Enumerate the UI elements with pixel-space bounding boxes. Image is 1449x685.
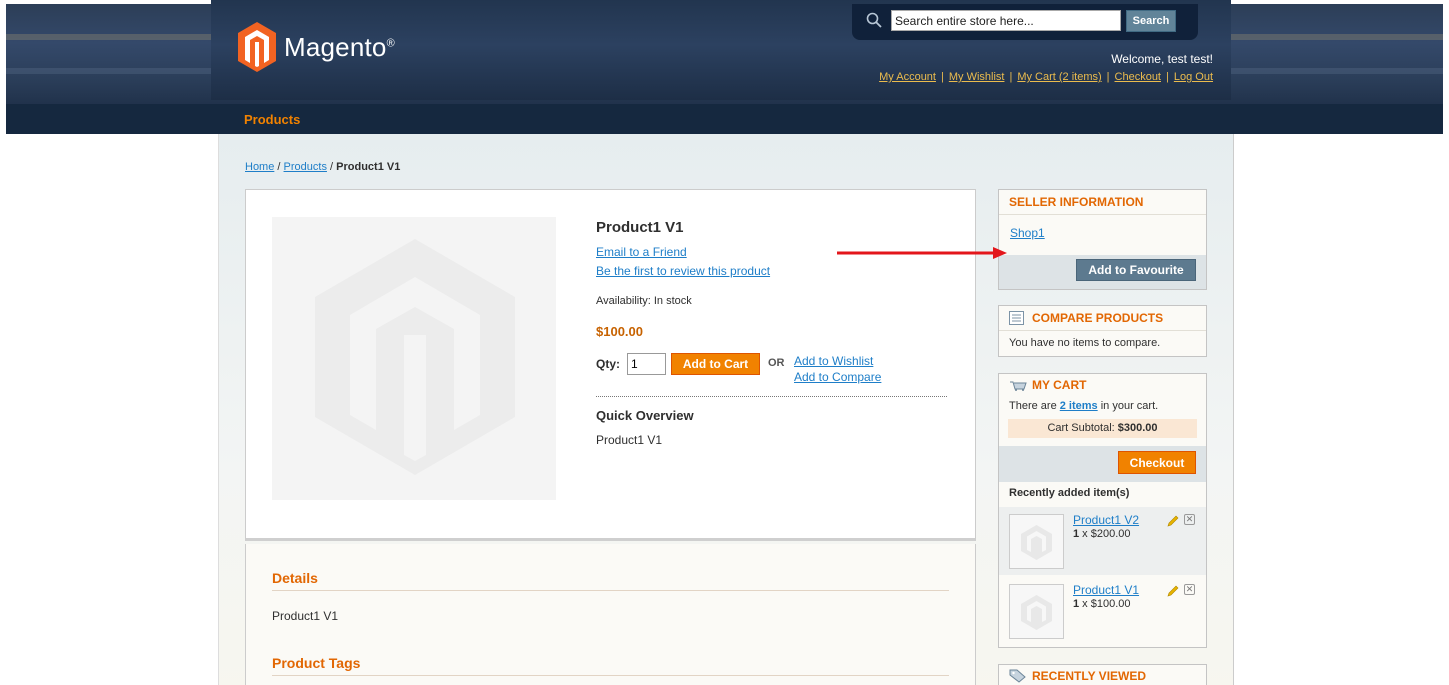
cart-item-name[interactable]: Product1 V1 [1073, 583, 1139, 597]
cart-item-thumbnail[interactable] [1009, 514, 1064, 569]
checkout-link[interactable]: Checkout [1115, 71, 1161, 83]
add-to-compare-link[interactable]: Add to Compare [794, 370, 881, 384]
or-label: OR [768, 357, 785, 369]
divider [272, 675, 949, 676]
compare-empty-text: You have no items to compare. [1009, 337, 1161, 349]
email-friend-link[interactable]: Email to a Friend [596, 245, 687, 259]
divider [596, 396, 947, 397]
details-text: Product1 V1 [272, 609, 339, 623]
recently-viewed-title: RECENTLY VIEWED [1032, 669, 1147, 683]
add-to-cart-button[interactable]: Add to Cart [671, 353, 760, 375]
review-link[interactable]: Be the first to review this product [596, 264, 770, 278]
product-image[interactable] [272, 217, 556, 500]
divider [272, 590, 949, 591]
red-arrow-icon [837, 247, 1007, 259]
compare-products-block: COMPARE PRODUCTS [998, 305, 1207, 357]
checkout-button[interactable]: Checkout [1118, 451, 1196, 474]
magento-logo-icon [238, 22, 276, 72]
edit-pencil-icon[interactable] [1167, 585, 1179, 597]
remove-item-icon[interactable]: ✕ [1184, 514, 1195, 525]
cart-item-qty: 1 x $200.00 [1073, 528, 1131, 540]
recently-added-label: Recently added item(s) [1009, 487, 1130, 499]
tag-icon [1009, 669, 1026, 683]
compare-products-title: COMPARE PRODUCTS [1032, 311, 1164, 325]
breadcrumb-separator: / [277, 161, 281, 173]
qty-label: Qty: [596, 357, 620, 371]
compare-products-header: COMPARE PRODUCTS [999, 306, 1206, 331]
cart-subtotal: Cart Subtotal: $300.00 [1008, 419, 1197, 438]
mini-cart-header: MY CART [1009, 378, 1086, 392]
quick-overview-title: Quick Overview [596, 408, 694, 423]
recently-viewed-header: RECENTLY VIEWED [1009, 669, 1146, 683]
search-button[interactable]: Search [1126, 10, 1176, 32]
product-price: $100.00 [596, 324, 643, 339]
details-title: Details [272, 570, 318, 586]
cart-item: Product1 V2 1 x $200.00 ✕ [999, 507, 1206, 575]
search-icon [866, 12, 882, 28]
product-name: Product1 V1 [596, 219, 684, 236]
welcome-message: Welcome, test test! [1111, 52, 1213, 66]
my-wishlist-link[interactable]: My Wishlist [949, 71, 1005, 83]
nav-item-products[interactable]: Products [244, 112, 300, 127]
seller-shop-link[interactable]: Shop1 [1010, 226, 1045, 240]
brand-name: Magento® [284, 31, 395, 62]
product-tags-title: Product Tags [272, 655, 361, 671]
search-input[interactable] [891, 10, 1121, 31]
magento-placeholder-icon [1021, 595, 1052, 630]
breadcrumb-current: Product1 V1 [336, 161, 401, 173]
cart-item-name[interactable]: Product1 V2 [1073, 513, 1139, 527]
mini-cart-title: MY CART [1032, 378, 1087, 392]
logo[interactable]: Magento® [238, 22, 395, 72]
cart-item-qty: 1 x $100.00 [1073, 598, 1131, 610]
breadcrumb: Home / Products / Product1 V1 [245, 161, 400, 173]
qty-input[interactable] [627, 353, 666, 375]
breadcrumb-separator: / [330, 161, 334, 173]
seller-information-title: SELLER INFORMATION [999, 190, 1206, 215]
availability: Availability: In stock [596, 295, 692, 307]
edit-pencil-icon[interactable] [1167, 515, 1179, 527]
breadcrumb-products[interactable]: Products [284, 161, 327, 173]
my-account-link[interactable]: My Account [879, 71, 936, 83]
logout-link[interactable]: Log Out [1174, 71, 1213, 83]
cart-item-thumbnail[interactable] [1009, 584, 1064, 639]
magento-placeholder-icon [315, 239, 515, 475]
main-nav [6, 104, 1443, 134]
my-cart-link[interactable]: My Cart (2 items) [1017, 71, 1101, 83]
remove-item-icon[interactable]: ✕ [1184, 584, 1195, 595]
header-links: My Account | My Wishlist | My Cart (2 items)… [879, 71, 1213, 83]
quick-overview-text: Product1 V1 [596, 433, 663, 447]
cart-summary-text: There are 2 items in your cart. [1009, 400, 1159, 412]
add-to-wishlist-link[interactable]: Add to Wishlist [794, 354, 873, 368]
cart-items-link[interactable]: 2 items [1060, 400, 1098, 412]
cart-item: Product1 V1 1 x $100.00 ✕ [999, 577, 1206, 645]
compare-list-icon [1009, 311, 1024, 325]
breadcrumb-home[interactable]: Home [245, 161, 274, 173]
add-to-favourite-button[interactable]: Add to Favourite [1076, 259, 1196, 281]
cart-icon [1010, 381, 1027, 391]
magento-placeholder-icon [1021, 525, 1052, 560]
